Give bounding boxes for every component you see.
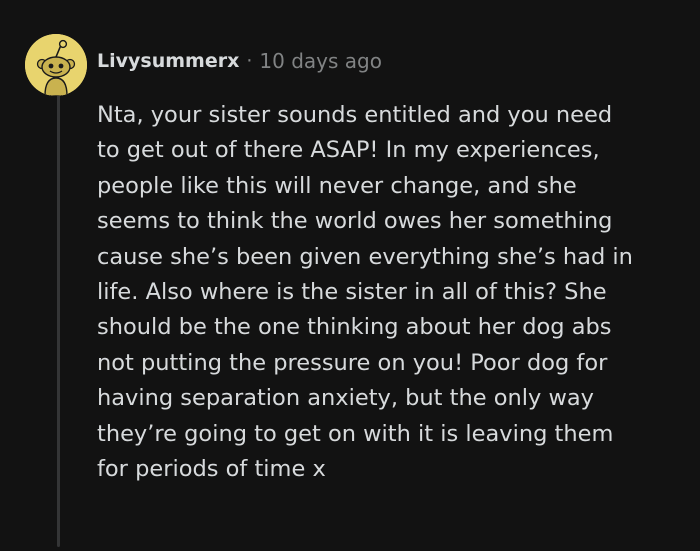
timestamp-link[interactable]: 10 days ago	[259, 49, 382, 73]
comment-body-line: people like this will never change, and …	[97, 172, 577, 199]
snoo-avatar-icon[interactable]	[25, 34, 87, 96]
comment-body-line: cause she’s been given everything she’s …	[97, 243, 633, 270]
snoo-avatar-graphic	[25, 34, 87, 96]
comment-body-line: seems to think the world owes her someth…	[97, 208, 613, 235]
comment-body-line: having separation anxiety, but the only …	[97, 385, 594, 412]
thread-line[interactable]	[57, 92, 60, 547]
meta-separator: ·	[246, 50, 253, 72]
comment-body-line: for periods of time x	[97, 456, 326, 483]
comment: Livysummerx · 10 days ago Nta, your sist…	[0, 0, 700, 551]
comment-body-line: should be the one thinking about her dog…	[97, 314, 612, 341]
comment-body-line: life. Also where is the sister in all of…	[97, 279, 607, 306]
comment-body-line: they’re going to get on with it is leavi…	[97, 420, 614, 447]
comment-body: Nta, your sister sounds entitled and you…	[97, 98, 687, 487]
comment-body-line: Nta, your sister sounds entitled and you…	[97, 102, 613, 128]
comment-body-line: not putting the pressure on you! Poor do…	[97, 349, 608, 376]
comment-body-line: to get out of there ASAP! In my experien…	[97, 137, 600, 164]
username-link[interactable]: Livysummerx	[97, 50, 239, 72]
comment-meta: Livysummerx · 10 days ago	[97, 46, 382, 76]
